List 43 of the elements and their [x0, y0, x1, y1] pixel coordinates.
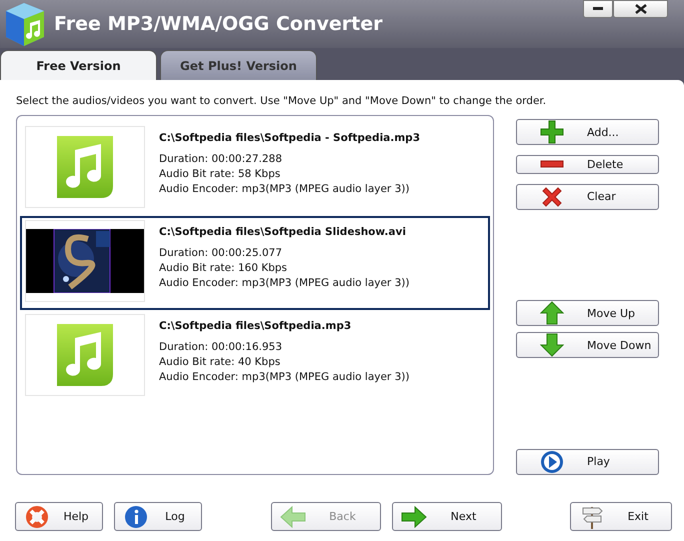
file-path: C:\Softpedia files\Softpedia.mp3: [159, 320, 352, 332]
play-icon: [540, 450, 564, 474]
tab[interactable]: Free Version: [0, 50, 157, 80]
add-button[interactable]: Add...: [516, 119, 659, 145]
duration-text: Duration: 00:00:16.953: [159, 341, 284, 353]
clear-button[interactable]: Clear: [516, 184, 659, 210]
encoder-text: Audio Encoder: mp3(MP3 (MPEG audio layer 3)): [159, 183, 410, 195]
play-button[interactable]: Play: [516, 448, 659, 475]
cross-icon: [540, 184, 564, 209]
move-down-button[interactable]: Move Down: [516, 332, 659, 358]
encoder-text: Audio Encoder: mp3(MP3 (MPEG audio layer 3)): [159, 277, 410, 289]
minus-icon: [540, 159, 564, 170]
close-button[interactable]: [613, 0, 668, 18]
file-item[interactable]: C:\Softpedia files\Softpedia.mp3 Duration: 00:00:16.953 Audio Bit rate: 40 Kbps Audio Encoder: mp3(MP3 (MPEG audio layer 3)): [20, 310, 490, 404]
log-button[interactable]: Log: [114, 502, 202, 531]
file-item[interactable]: C:\Softpedia files\Softpedia - Softpedia.mp3 Duration: 00:00:27.288 Audio Bit rate: 58 Kbps Audio Encoder: mp3(MP3 (MPEG audio layer 3)): [20, 122, 490, 216]
left-arrow-icon: [280, 506, 306, 528]
right-arrow-icon: [400, 506, 426, 528]
encoder-text: Audio Encoder: mp3(MP3 (MPEG audio layer 3)): [159, 371, 410, 383]
minimize-icon: [593, 7, 603, 11]
plus-icon: [540, 120, 564, 144]
down-arrow-icon: [540, 333, 564, 358]
duration-text: Duration: 00:00:25.077: [159, 247, 284, 259]
bitrate-text: Audio Bit rate: 40 Kbps: [159, 356, 282, 368]
bitrate-text: Audio Bit rate: 58 Kbps: [159, 168, 282, 180]
info-icon: [124, 504, 148, 528]
file-path: C:\Softpedia files\Softpedia - Softpedia.mp3: [159, 132, 420, 144]
help-button[interactable]: Help: [15, 502, 103, 531]
exit-button[interactable]: Exit: [570, 502, 672, 531]
next-button[interactable]: Next: [392, 502, 502, 531]
move-up-button[interactable]: Move Up: [516, 300, 659, 326]
minimize-button[interactable]: [583, 0, 613, 18]
delete-button[interactable]: Delete: [516, 155, 659, 174]
lifebuoy-icon: [25, 504, 49, 528]
up-arrow-icon: [540, 301, 564, 326]
file-item[interactable]: C:\Softpedia files\Softpedia Slideshow.avi Duration: 00:00:25.077 Audio Bit rate: 160 Kbps Audio Encoder: mp3(MP3 (MPEG audio layer 3)): [20, 216, 490, 310]
tab[interactable]: Get Plus! Version: [160, 50, 317, 80]
instruction-text: Select the audios/videos you want to convert. Use "Move Up" and "Move Down" to change the order.: [16, 95, 548, 107]
bitrate-text: Audio Bit rate: 160 Kbps: [159, 262, 288, 274]
window-title: Free MP3/WMA/OGG Converter: [54, 13, 382, 35]
file-path: C:\Softpedia files\Softpedia Slideshow.avi: [159, 226, 407, 238]
close-icon: [634, 4, 646, 14]
duration-text: Duration: 00:00:27.288: [159, 153, 284, 165]
